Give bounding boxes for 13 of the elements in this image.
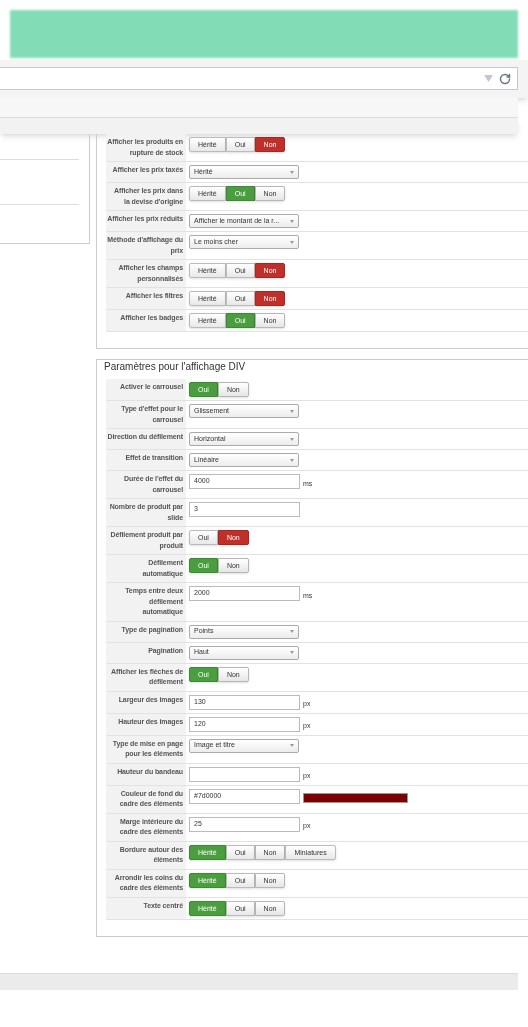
input-field[interactable] <box>189 766 300 782</box>
dropdown-caret-icon <box>290 170 294 174</box>
dropdown-caret-icon <box>290 409 294 413</box>
dropdown-caret-icon <box>290 651 294 654</box>
dropdown-caret-icon <box>290 437 294 441</box>
dropdown-caret-icon <box>290 219 294 223</box>
dropdown-caret-icon <box>290 630 294 633</box>
fieldset-legend: Paramètres pour l'affichage DIV <box>103 361 247 372</box>
dropdown-caret-icon <box>290 240 294 244</box>
refresh-icon[interactable] <box>499 72 511 85</box>
dropdown-triangle-icon[interactable] <box>484 75 493 82</box>
dropdown-caret-icon <box>290 744 294 747</box>
dropdown-caret-icon <box>290 458 294 462</box>
